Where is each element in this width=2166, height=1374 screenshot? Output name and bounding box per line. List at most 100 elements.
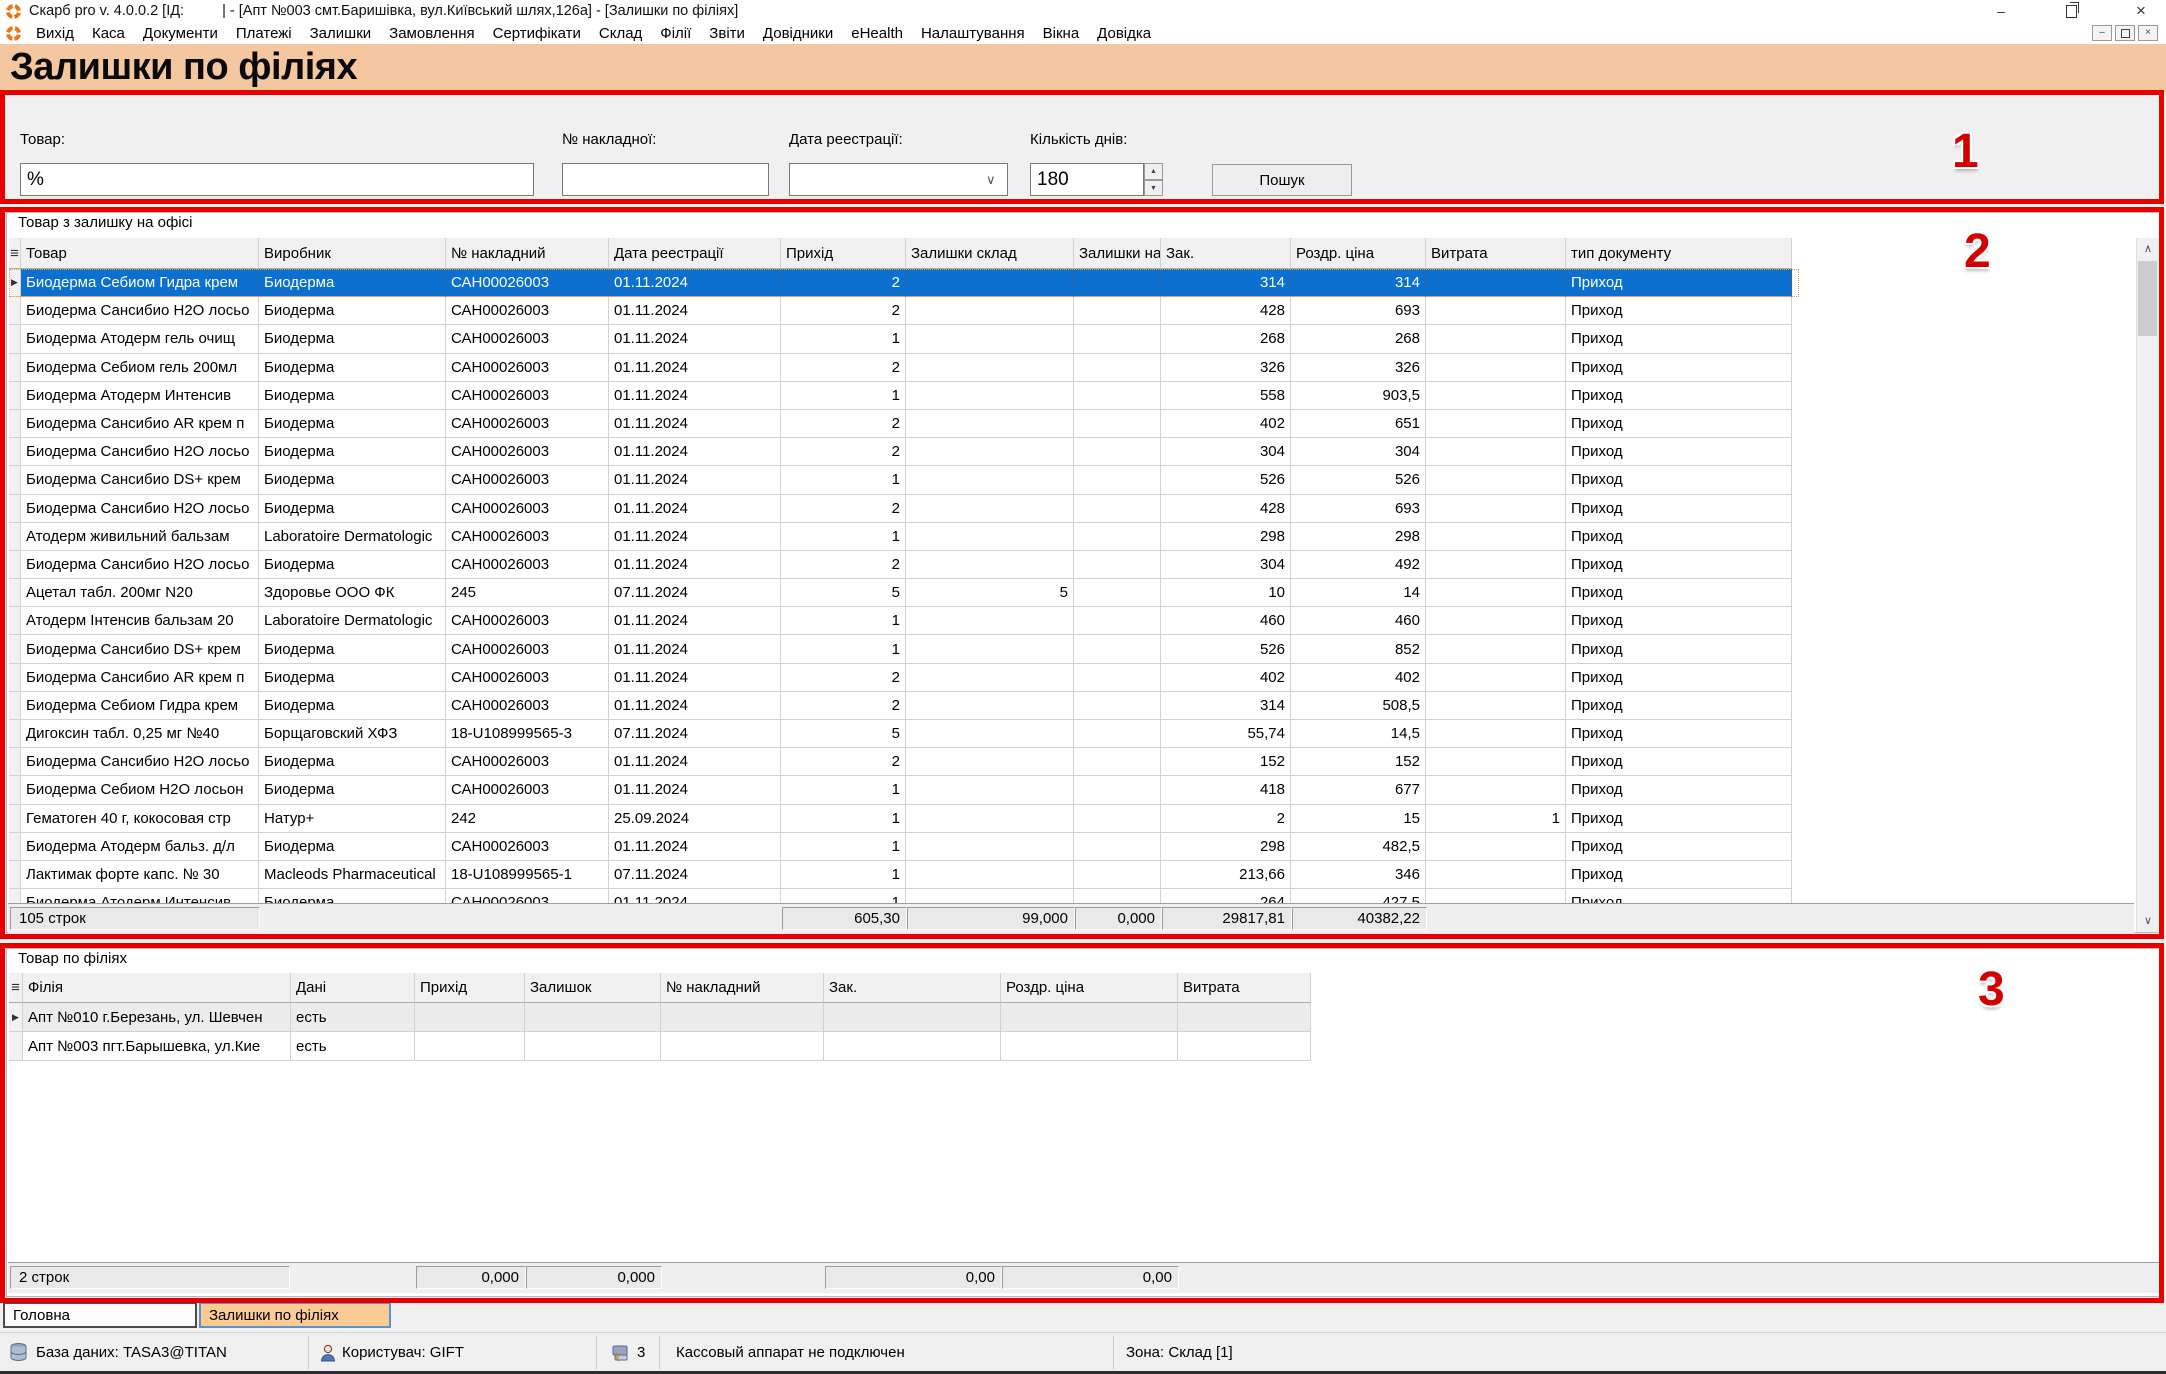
table-row[interactable]: Биодерма Сансибио Н2О лосьоБиодермаСАН00… <box>9 297 1799 325</box>
cell: 25.09.2024 <box>609 805 781 833</box>
menu-item-13[interactable]: Налаштування <box>912 25 1034 42</box>
minimize-icon[interactable]: – <box>1990 3 2012 19</box>
table-row[interactable]: Дигоксин табл. 0,25 мг №40Борщаговский Х… <box>9 720 1799 748</box>
days-stepper[interactable] <box>1030 163 1144 196</box>
table-row[interactable]: ▶Апт №010 г.Березань, ул. Шевченесть <box>9 1003 1311 1032</box>
cell: 01.11.2024 <box>609 466 781 494</box>
column-header[interactable]: Залишки склад <box>906 238 1074 269</box>
table-row[interactable]: Биодерма Атодерм ИнтенсивБиодермаСАН0002… <box>9 382 1799 410</box>
scroll-down-icon[interactable]: ∨ <box>2137 910 2159 932</box>
column-header[interactable]: Товар <box>21 238 259 269</box>
column-header[interactable]: Виробник <box>259 238 446 269</box>
chevron-down-icon[interactable]: ∨ <box>986 172 996 188</box>
cell: 2 <box>781 664 906 692</box>
menu-item-14[interactable]: Вікна <box>1034 25 1089 42</box>
menu-item-4[interactable]: Платежі <box>227 25 301 42</box>
column-header[interactable]: Прихід <box>781 238 906 269</box>
tab-holovna[interactable]: Головна <box>3 1302 197 1328</box>
table-row[interactable]: Биодерма Себиом Н2О лосьонБиодермаСАН000… <box>9 776 1799 804</box>
cell: Приход <box>1566 438 1792 466</box>
mdi-close-icon[interactable]: × <box>2138 25 2158 41</box>
cell: Биодерма <box>259 692 446 720</box>
product-input[interactable] <box>20 163 534 196</box>
table-row[interactable]: Лактимак форте капс. № 30Macleods Pharma… <box>9 861 1799 889</box>
cell: Биодерма Атодерм Интенсив <box>21 889 259 904</box>
column-header[interactable]: Залишки на <box>1074 238 1161 269</box>
menu-item-1[interactable]: Вихід <box>27 25 83 42</box>
cell <box>1426 861 1566 889</box>
table-row[interactable]: Биодерма Сансибио AR крем пБиодермаСАН00… <box>9 410 1799 438</box>
mdi-restore-icon[interactable] <box>2115 25 2135 41</box>
column-header[interactable]: Філія <box>23 973 291 1003</box>
table-row[interactable]: Апт №003 пгт.Барышевка, ул.Киеесть <box>9 1032 1311 1061</box>
table-row[interactable]: Биодерма Сансибио DS+ кремБиодермаСАН000… <box>9 466 1799 494</box>
column-header[interactable]: Прихід <box>415 973 525 1003</box>
column-header[interactable]: Витрата <box>1426 238 1566 269</box>
grid-corner-icon: ≡ <box>9 973 23 1003</box>
column-header[interactable]: № накладний <box>661 973 824 1003</box>
column-header[interactable]: № накладний <box>446 238 609 269</box>
scroll-up-icon[interactable]: ∧ <box>2137 238 2159 260</box>
cell: 693 <box>1291 297 1426 325</box>
table-row[interactable]: Атодерм Інтенсив бальзам 20Laboratoire D… <box>9 607 1799 635</box>
table-row[interactable]: Ацетал табл. 200мг N20Здоровье ООО ФК245… <box>9 579 1799 607</box>
table-row[interactable]: Биодерма Сансибио Н2О лосьоБиодермаСАН00… <box>9 438 1799 466</box>
table-row[interactable]: Биодерма Атодерм гель очищБиодермаСАН000… <box>9 325 1799 353</box>
table-row[interactable]: Биодерма Себиом гель 200млБиодермаСАН000… <box>9 354 1799 382</box>
cell <box>1074 579 1161 607</box>
column-header[interactable]: Дані <box>291 973 415 1003</box>
invoice-input[interactable] <box>562 163 769 196</box>
tab-zalyshky-po-filiiakh[interactable]: Залишки по філіях <box>199 1302 391 1328</box>
column-header[interactable]: Роздр. ціна <box>1001 973 1178 1003</box>
cell <box>1426 635 1566 663</box>
menu-item-8[interactable]: Склад <box>590 25 651 42</box>
close-icon[interactable]: × <box>2130 1 2152 21</box>
menu-item-5[interactable]: Залишки <box>301 25 381 42</box>
scrollbar-thumb[interactable] <box>2138 261 2157 336</box>
menu-item-2[interactable]: Каса <box>83 25 134 42</box>
table-row[interactable]: Биодерма Атодерм ИнтенсивБиодермаСАН0002… <box>9 889 1799 904</box>
table-row[interactable]: Биодерма Сансибио Н2О лосьоБиодермаСАН00… <box>9 495 1799 523</box>
cell: Биодерма <box>259 664 446 692</box>
cell: Биодерма <box>259 495 446 523</box>
table-row[interactable]: Биодерма Себиом Гидра кремБиодермаСАН000… <box>9 692 1799 720</box>
menu-item-3[interactable]: Документи <box>134 25 227 42</box>
table-row[interactable]: Биодерма Атодерм бальз. д/лБиодермаСАН00… <box>9 833 1799 861</box>
menu-item-7[interactable]: Сертифікати <box>484 25 590 42</box>
column-header[interactable]: Дата реестрації <box>609 238 781 269</box>
cell: Приход <box>1566 861 1792 889</box>
column-header[interactable]: тип документу <box>1566 238 1792 269</box>
cell: 01.11.2024 <box>609 664 781 692</box>
menu-item-11[interactable]: Довідники <box>754 25 842 42</box>
cell: Приход <box>1566 720 1792 748</box>
table-row[interactable]: Биодерма Сансибио DS+ кремБиодермаСАН000… <box>9 635 1799 663</box>
spin-up-icon[interactable]: ▲ <box>1144 163 1163 180</box>
menu-item-10[interactable]: Звіти <box>700 25 754 42</box>
table-row[interactable]: Биодерма Сансибио AR крем пБиодермаСАН00… <box>9 664 1799 692</box>
table-row[interactable]: ▶Биодерма Себиом Гидра кремБиодермаСАН00… <box>9 269 1799 297</box>
cell: САН00026003 <box>446 833 609 861</box>
date-select[interactable]: ∨ <box>789 163 1008 196</box>
table-row[interactable]: Гематоген 40 г, кокосовая стрНатур+24225… <box>9 805 1799 833</box>
table-row[interactable]: Биодерма Сансибио Н2О лосьоБиодермаСАН00… <box>9 748 1799 776</box>
search-button[interactable]: Пошук <box>1212 164 1352 196</box>
table-row[interactable]: Биодерма Сансибио Н2О лосьоБиодермаСАН00… <box>9 551 1799 579</box>
menu-item-6[interactable]: Замовлення <box>380 25 483 42</box>
mdi-minimize-icon[interactable]: – <box>2092 25 2112 41</box>
spin-down-icon[interactable]: ▼ <box>1144 180 1163 197</box>
column-header[interactable]: Залишок <box>525 973 661 1003</box>
menu-item-12[interactable]: eHealth <box>842 25 912 42</box>
current-row-marker-icon: ▶ <box>9 1003 23 1032</box>
column-header[interactable]: Зак. <box>1161 238 1291 269</box>
table-row[interactable]: Атодерм живильний бальзамLaboratoire Der… <box>9 523 1799 551</box>
restore-icon[interactable] <box>2060 5 2082 18</box>
cell: 5 <box>906 579 1074 607</box>
row-marker <box>9 833 21 861</box>
cell: Приход <box>1566 692 1792 720</box>
column-header[interactable]: Витрата <box>1178 973 1311 1003</box>
menu-item-15[interactable]: Довідка <box>1088 25 1160 42</box>
office-scrollbar[interactable]: ∧ ∨ <box>2136 238 2159 932</box>
column-header[interactable]: Роздр. ціна <box>1291 238 1426 269</box>
column-header[interactable]: Зак. <box>824 973 1001 1003</box>
menu-item-9[interactable]: Філії <box>651 25 700 42</box>
